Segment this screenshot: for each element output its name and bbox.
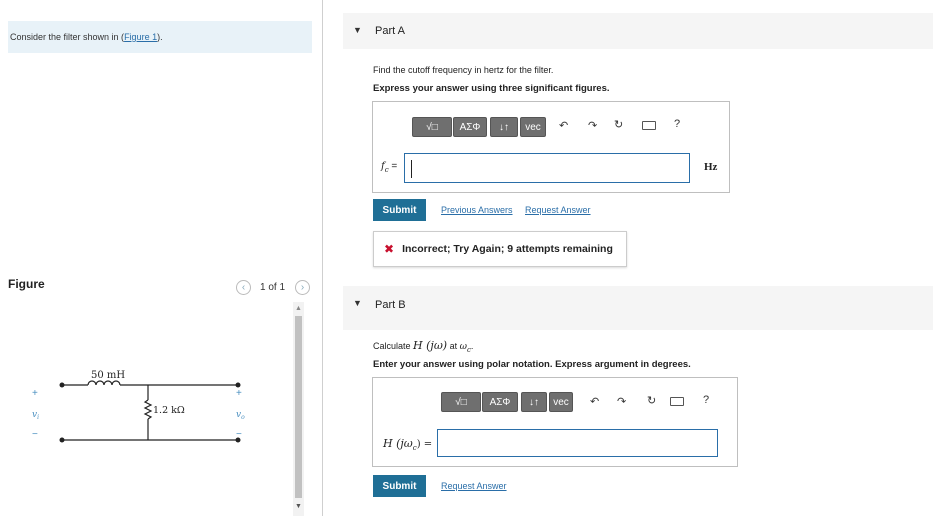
keyboard-icon[interactable] [642,121,656,130]
part-a-submit-button[interactable]: Submit [373,199,426,221]
part-a-answer-input[interactable] [404,153,690,183]
circuit-diagram: 50 mH 1.2 kΩ + vi − + vo − [32,370,245,443]
vout-label: vo [236,410,245,421]
vin-label: vi [32,410,39,421]
part-a-answer-label: fc = [381,161,398,174]
collapse-caret-icon[interactable]: ▼ [353,298,362,308]
arrows-button[interactable]: ↓↑ [490,117,518,137]
prev-figure-button[interactable]: ‹ [236,280,251,295]
collapse-caret-icon[interactable]: ▼ [353,25,362,35]
input-terminal-top [59,382,65,388]
panel-divider [322,0,323,516]
vin-plus: + [32,388,38,399]
input-terminal-bottom [59,437,65,443]
part-b-answer-input[interactable] [437,429,718,457]
part-a-title: Part A [375,25,405,37]
chevron-left-icon: ‹ [241,282,246,293]
feedback-text: Incorrect; Try Again; 9 attempts remaini… [402,243,613,255]
templates-button[interactable]: √□ [412,117,452,137]
incorrect-x-icon: ✖ [384,242,395,256]
vout-plus: + [236,388,242,399]
arrows-button[interactable]: ↓↑ [521,392,547,412]
greek-button[interactable]: ΑΣΦ [482,392,518,412]
text-cursor [411,160,412,178]
vec-button[interactable]: vec [549,392,573,412]
intro-text: Consider the filter shown in (Figure 1). [10,32,163,42]
resistor [143,399,153,420]
part-a-question: Find the cutoff frequency in hertz for t… [373,65,554,75]
part-b-answer-label: H (jωc) = [383,437,433,452]
figure-label: Figure [8,277,45,291]
vin-minus: − [32,429,38,440]
part-b-title: Part B [375,299,406,311]
greek-button[interactable]: ΑΣΦ [453,117,487,137]
vec-button[interactable]: vec [520,117,546,137]
part-a-unit: Hz [704,161,718,173]
figure-pager: 1 of 1 [260,282,286,293]
chevron-right-icon: › [300,282,305,293]
reset-icon[interactable]: ↻ [614,118,623,131]
inductor [87,380,121,386]
feedback-message: ✖ Incorrect; Try Again; 9 attempts remai… [373,231,627,267]
part-b-question: Calculate H (jω) at ωc. [373,339,474,354]
inductor-label: 50 mH [91,370,125,381]
part-b-instruction: Enter your answer using polar notation. … [373,359,691,370]
keyboard-icon[interactable] [670,397,684,406]
templates-button[interactable]: √□ [441,392,481,412]
resistor-label: 1.2 kΩ [153,405,185,416]
undo-icon[interactable]: ↶ [590,395,599,408]
previous-answers-link[interactable]: Previous Answers [441,205,513,215]
redo-icon[interactable]: ↷ [588,119,597,132]
undo-icon[interactable]: ↶ [559,119,568,132]
reset-icon[interactable]: ↻ [647,394,656,407]
figure-link[interactable]: Figure 1 [124,32,157,42]
part-a-request-answer-link[interactable]: Request Answer [525,205,591,215]
part-b-submit-button[interactable]: Submit [373,475,426,497]
scroll-up-icon[interactable]: ▲ [295,305,302,312]
scroll-thumb[interactable] [295,316,302,498]
vout-minus: − [236,429,242,440]
part-a-header[interactable] [343,13,933,49]
part-a-instruction: Express your answer using three signific… [373,83,610,94]
redo-icon[interactable]: ↷ [617,395,626,408]
help-icon[interactable]: ? [703,394,709,406]
part-b-header[interactable] [343,286,933,330]
part-b-request-answer-link[interactable]: Request Answer [441,481,507,491]
scroll-down-icon[interactable]: ▼ [295,503,302,510]
output-terminal-top [235,382,241,388]
next-figure-button[interactable]: › [295,280,310,295]
help-icon[interactable]: ? [674,118,680,130]
